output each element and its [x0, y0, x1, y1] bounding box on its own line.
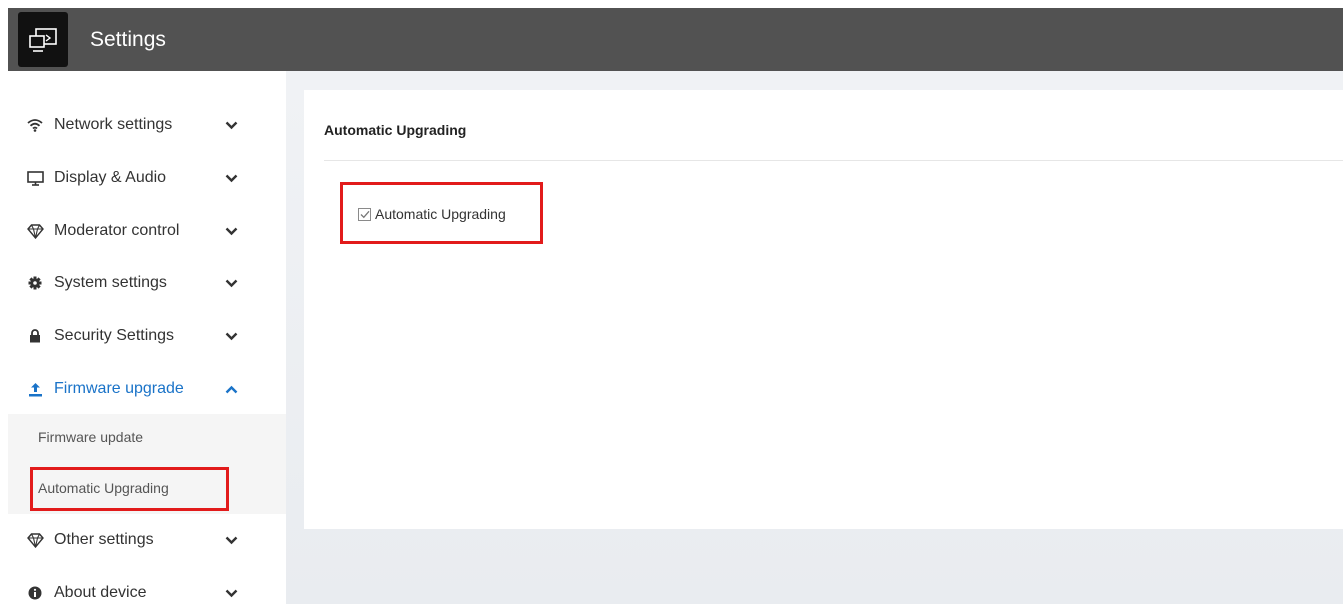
diamond-icon — [26, 531, 44, 549]
sidebar-item-other-settings[interactable]: Other settings — [8, 520, 286, 560]
sidebar-item-label: About device — [54, 584, 147, 601]
sidebar-item-label: Display & Audio — [54, 169, 167, 186]
chevron-down-icon — [224, 533, 238, 547]
screen-share-icon — [18, 12, 68, 67]
gear-icon — [26, 274, 44, 292]
sidebar-item-label: Moderator control — [54, 222, 180, 239]
sidebar-item-system-settings[interactable]: System settings — [8, 263, 286, 303]
sidebar-item-display-audio[interactable]: Display & Audio — [8, 158, 286, 198]
sidebar-item-label: Security Settings — [54, 327, 175, 344]
sidebar-item-label: Other settings — [54, 531, 154, 548]
monitor-icon — [26, 169, 44, 187]
settings-card: Automatic Upgrading Automatic Upgrading — [304, 90, 1343, 529]
chevron-down-icon — [224, 329, 238, 343]
upload-icon — [26, 380, 44, 398]
chevron-down-icon — [224, 224, 238, 238]
chevron-down-icon — [224, 118, 238, 132]
page-title: Settings — [90, 27, 166, 51]
chevron-down-icon — [224, 276, 238, 290]
app-header: Settings — [8, 8, 1343, 71]
lock-icon — [26, 327, 44, 345]
sidebar-item-label: System settings — [54, 274, 167, 291]
sidebar-item-label: Network settings — [54, 116, 173, 133]
sidebar-item-about-device[interactable]: About device — [8, 573, 286, 604]
section-title: Automatic Upgrading — [324, 122, 467, 138]
sidebar: Network settings Display & Audio Moderat… — [8, 71, 286, 604]
sidebar-item-network-settings[interactable]: Network settings — [8, 105, 286, 145]
chevron-down-icon — [224, 171, 238, 185]
chevron-up-icon — [224, 382, 238, 396]
sidebar-item-security-settings[interactable]: Security Settings — [8, 316, 286, 356]
automatic-upgrading-checkbox[interactable]: Automatic Upgrading — [358, 206, 506, 222]
diamond-icon — [26, 222, 44, 240]
sidebar-item-moderator-control[interactable]: Moderator control — [8, 211, 286, 251]
info-icon — [26, 584, 44, 602]
checkbox-checked-icon[interactable] — [358, 207, 371, 221]
divider — [324, 160, 1343, 161]
checkbox-label: Automatic Upgrading — [375, 206, 506, 222]
sidebar-item-label: Firmware upgrade — [54, 380, 184, 397]
sidebar-item-firmware-upgrade[interactable]: Firmware upgrade — [8, 369, 286, 409]
highlight-box — [30, 467, 229, 511]
chevron-down-icon — [224, 586, 238, 600]
sidebar-subitem-firmware-update[interactable]: Firmware update — [38, 429, 143, 445]
wifi-icon — [26, 116, 44, 134]
